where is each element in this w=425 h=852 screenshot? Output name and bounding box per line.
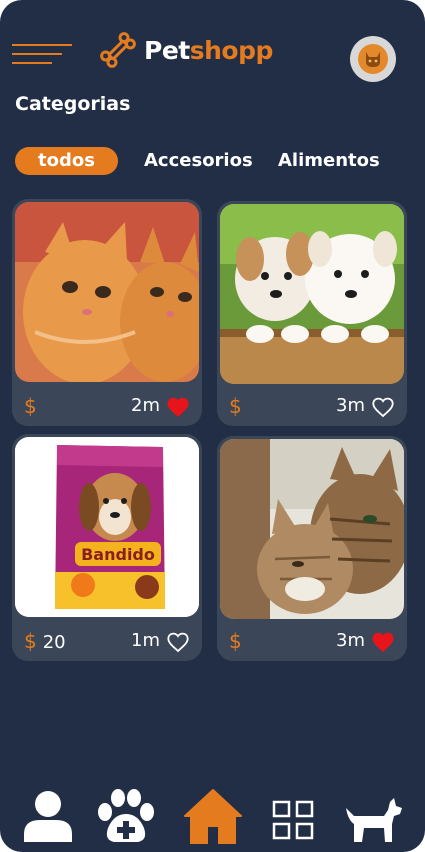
product-footer: $ 3m: [217, 386, 407, 426]
product-time: 1m: [131, 630, 160, 651]
product-price: $: [229, 629, 248, 653]
currency-symbol: $: [24, 629, 37, 653]
product-price: $: [229, 394, 248, 418]
product-price: $20: [24, 629, 66, 653]
product-time: 3m: [336, 395, 365, 416]
profile-avatar[interactable]: [350, 36, 396, 82]
grid-icon[interactable]: [272, 800, 314, 840]
currency-symbol: $: [229, 394, 242, 418]
product-time: 3m: [336, 630, 365, 651]
svg-text:Bandido: Bandido: [81, 545, 155, 564]
product-image-cats[interactable]: [220, 439, 404, 619]
product-price: $: [24, 394, 43, 418]
home-icon[interactable]: [183, 788, 243, 844]
user-icon[interactable]: [22, 788, 74, 842]
hamburger-menu-icon[interactable]: [12, 42, 74, 66]
product-image-puppies[interactable]: [220, 204, 404, 384]
price-value: 20: [42, 632, 66, 653]
tab-alimentos[interactable]: Alimentos: [278, 147, 380, 175]
product-time: 2m: [131, 395, 160, 416]
product-image-kittens[interactable]: [15, 202, 199, 382]
pet-avatar-icon: [366, 52, 380, 67]
heart-outline-icon[interactable]: [166, 631, 190, 653]
currency-symbol: $: [229, 629, 242, 653]
dog-icon[interactable]: [344, 796, 402, 842]
product-footer: $20 1m: [12, 621, 202, 661]
app-screen: Petshopp Categorias todos Accesorios Ali…: [0, 0, 425, 852]
product-image-dog-food[interactable]: Bandido: [15, 437, 199, 617]
product-footer: $ 3m: [217, 621, 407, 661]
app-title: Petshopp: [144, 36, 273, 65]
avatar-image: [358, 44, 388, 74]
product-footer: $ 2m: [12, 386, 202, 426]
bone-icon: [100, 32, 136, 68]
tab-accesorios[interactable]: Accesorios: [144, 147, 253, 175]
heart-filled-icon[interactable]: [166, 396, 190, 418]
product-card[interactable]: $ 3m: [217, 436, 407, 661]
heart-outline-icon[interactable]: [371, 396, 395, 418]
product-card[interactable]: $ 3m: [217, 201, 407, 426]
tab-todos[interactable]: todos: [15, 147, 118, 175]
product-card[interactable]: $ 2m: [12, 199, 202, 426]
brand-logo: Petshopp: [94, 24, 273, 76]
category-tabs: todos Accesorios Alimentos: [0, 147, 425, 177]
brand-part-2: shopp: [189, 35, 274, 65]
product-card[interactable]: Bandido $20 1m: [12, 434, 202, 661]
bottom-navigation: [0, 780, 425, 850]
categories-heading: Categorias: [15, 93, 131, 115]
heart-filled-icon[interactable]: [371, 631, 395, 653]
paw-plus-icon[interactable]: [94, 788, 158, 844]
brand-part-1: Pet: [144, 35, 190, 65]
currency-symbol: $: [24, 394, 37, 418]
